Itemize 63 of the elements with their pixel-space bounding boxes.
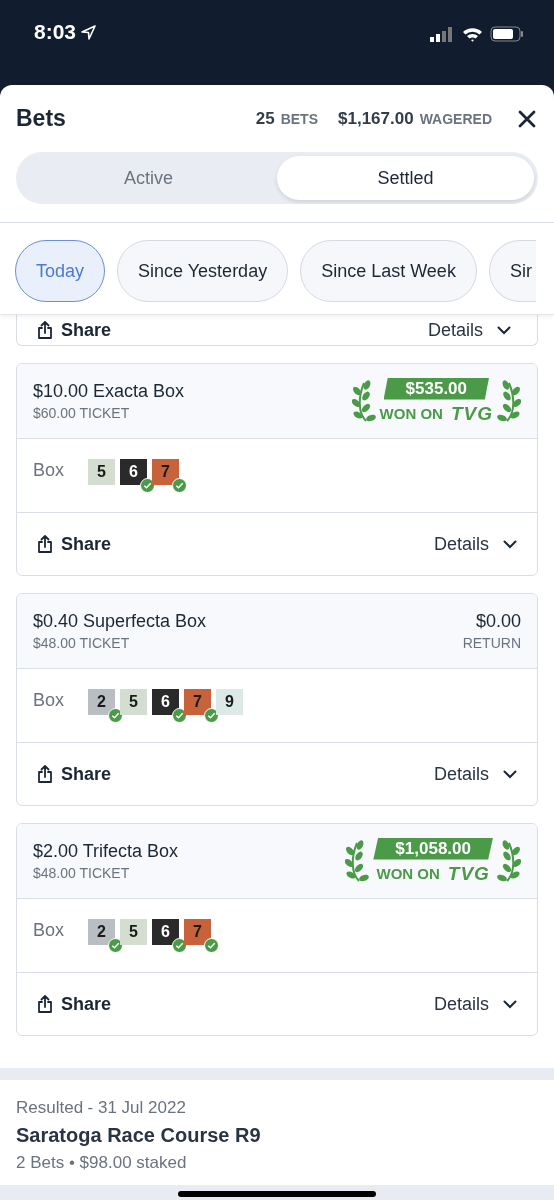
return-amount: $0.00 bbox=[474, 611, 521, 632]
filter-chip[interactable]: Since Yesterday bbox=[117, 240, 289, 302]
bet-title: $0.40 Superfecta Box bbox=[33, 611, 207, 632]
chevron-down-icon bbox=[503, 999, 517, 1009]
laurel-icon bbox=[497, 379, 521, 423]
bet-title: $2.00 Trifecta Box bbox=[33, 841, 179, 862]
sheet-title: Bets bbox=[16, 105, 67, 132]
share-button[interactable]: Share bbox=[37, 533, 112, 555]
filter-chip[interactable]: Sir bbox=[488, 240, 536, 302]
chevron-down-icon bbox=[503, 539, 517, 549]
ticket-cost: $60.00 TICKET bbox=[33, 405, 131, 421]
bet-title: $10.00 Exacta Box bbox=[33, 381, 185, 402]
won-label: WON ON bbox=[376, 865, 440, 882]
laurel-icon bbox=[345, 839, 370, 883]
race-summary: 2 Bets • $98.00 staked bbox=[16, 1153, 188, 1173]
battery-icon bbox=[490, 26, 524, 42]
tab[interactable]: Settled bbox=[277, 156, 534, 200]
race-date: - 31 Jul 2022 bbox=[87, 1098, 186, 1117]
bet-count: 25 bbox=[255, 108, 275, 129]
tab[interactable]: Active bbox=[20, 156, 277, 200]
race-name: Saratoga Race Course R9 bbox=[16, 1124, 262, 1147]
share-icon bbox=[37, 535, 53, 553]
race-status: Resulted bbox=[16, 1098, 84, 1117]
bet-count-label: BETS bbox=[280, 110, 318, 127]
selection-label: Box bbox=[33, 689, 65, 711]
runner-number: 5 bbox=[88, 459, 116, 485]
chevron-down-icon bbox=[503, 769, 517, 779]
signal-icon bbox=[430, 26, 455, 42]
selection-label: Box bbox=[33, 459, 65, 481]
wagered-amount: $1,167.00 bbox=[338, 108, 414, 129]
winnings-banner: $535.00 bbox=[383, 377, 490, 400]
brand-logo: TVG bbox=[450, 402, 493, 425]
clock: 8:03 bbox=[34, 20, 77, 44]
winnings-banner: $1,058.00 bbox=[373, 837, 493, 860]
ticket-cost: $48.00 TICKET bbox=[33, 635, 131, 651]
share-button[interactable]: Share bbox=[37, 993, 112, 1015]
filter-chip[interactable]: Today bbox=[15, 240, 106, 302]
location-arrow-icon bbox=[81, 24, 97, 40]
runner-number: 9 bbox=[216, 689, 244, 715]
ticket-cost: $48.00 TICKET bbox=[33, 865, 131, 881]
filter-chip[interactable]: Since Last Week bbox=[300, 240, 477, 302]
return-label: RETURN bbox=[462, 635, 521, 651]
laurel-icon bbox=[497, 839, 521, 883]
share-button[interactable]: Share bbox=[37, 763, 112, 785]
share-icon bbox=[37, 765, 53, 783]
share-button[interactable]: Share bbox=[37, 319, 112, 341]
details-button[interactable]: Details bbox=[427, 319, 511, 341]
details-button[interactable]: Details bbox=[433, 533, 517, 555]
selection-label: Box bbox=[33, 919, 65, 941]
details-button[interactable]: Details bbox=[433, 763, 517, 785]
won-label: WON ON bbox=[379, 405, 443, 422]
details-button[interactable]: Details bbox=[433, 993, 517, 1015]
close-button[interactable] bbox=[518, 109, 536, 128]
runner-number: 5 bbox=[120, 919, 148, 945]
chevron-down-icon bbox=[497, 325, 511, 335]
share-icon bbox=[37, 321, 53, 339]
runner-number: 5 bbox=[120, 689, 148, 715]
close-icon bbox=[518, 109, 536, 128]
wagered-label: WAGERED bbox=[419, 110, 492, 127]
share-icon bbox=[37, 995, 53, 1013]
brand-logo: TVG bbox=[447, 862, 490, 885]
laurel-icon bbox=[351, 379, 376, 423]
wifi-icon bbox=[462, 26, 483, 42]
